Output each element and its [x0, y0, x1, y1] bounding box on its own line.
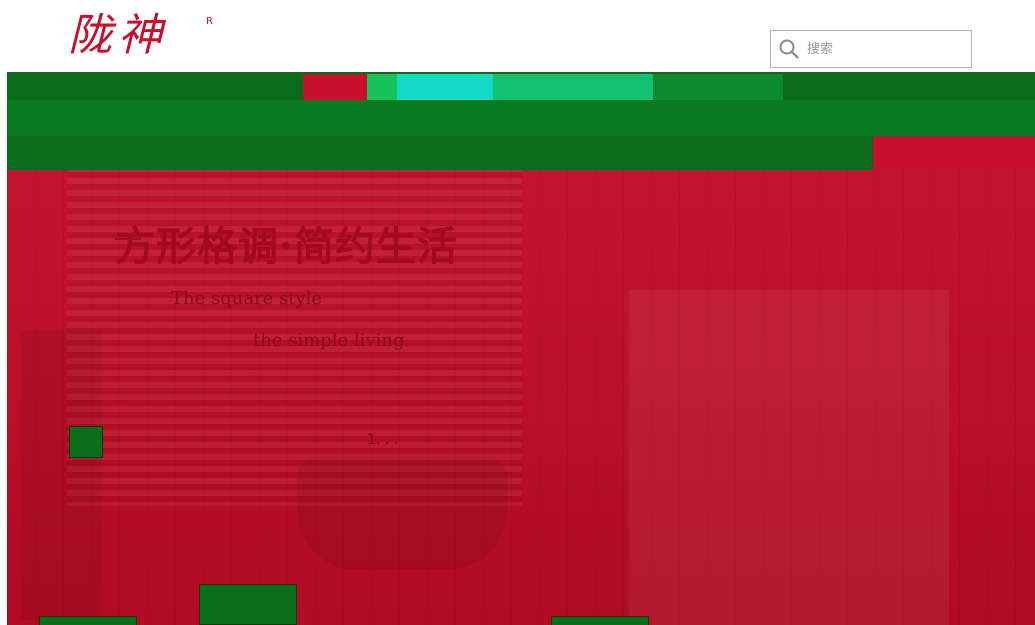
- nav-item-5[interactable]: [653, 74, 783, 100]
- basin-decoration: [21, 330, 101, 620]
- registered-mark: R: [206, 16, 213, 27]
- hero-button-3[interactable]: [551, 616, 649, 625]
- hero-title: 方形格调·简约生活: [115, 223, 458, 270]
- site-header: 陇神 R: [0, 0, 1035, 72]
- search-icon[interactable]: [779, 39, 799, 59]
- nav-item-3[interactable]: [397, 74, 493, 100]
- main-nav: [7, 72, 1035, 170]
- hero-subtitle-line1: The square style: [171, 288, 323, 309]
- cabinet-decoration: [627, 290, 949, 625]
- brand-logo[interactable]: 陇神: [68, 14, 168, 58]
- hero-button-2[interactable]: [199, 584, 297, 625]
- nav-band: [7, 100, 1035, 136]
- nav-item-4[interactable]: [493, 74, 653, 100]
- nav-item-2[interactable]: [367, 74, 397, 100]
- hero-dots: 1. . .: [367, 432, 399, 448]
- bathtub-decoration: [297, 460, 507, 570]
- hero-banner[interactable]: 方形格调·简约生活 The square style the simple li…: [7, 170, 1035, 625]
- hero-subtitle-line2: the simple living: [253, 330, 405, 351]
- nav-right-panel: [873, 136, 1035, 170]
- hero-button-1[interactable]: [39, 616, 137, 625]
- hero-marker-square[interactable]: [69, 426, 103, 458]
- search-input[interactable]: [807, 31, 967, 67]
- search-box[interactable]: [770, 30, 972, 68]
- nav-item-1[interactable]: [303, 74, 367, 100]
